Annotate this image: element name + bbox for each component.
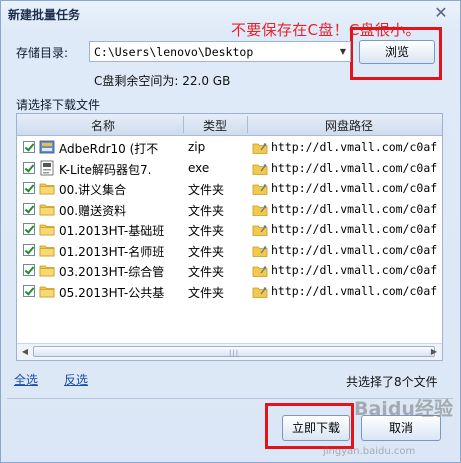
download-now-button[interactable]: 立即下载 xyxy=(282,415,350,441)
close-icon[interactable]: ✕ xyxy=(432,4,450,22)
cloud-folder-icon xyxy=(252,221,268,237)
selected-count-text: 共选择了8个文件 xyxy=(346,375,438,389)
folder-icon xyxy=(39,180,55,196)
cloud-folder-icon xyxy=(252,242,268,258)
folder-icon xyxy=(39,242,55,258)
scrollbar-thumb[interactable]: ||| xyxy=(33,346,435,357)
baidu-watermark-url: jingyan.baidu.com xyxy=(323,446,416,457)
file-name: 05.2013HT-公共基 xyxy=(59,285,165,300)
storage-path-value: C:\Users\lenovo\Desktop xyxy=(94,45,254,59)
file-type: 文件夹 xyxy=(188,224,225,238)
file-name: 03.2013HT-综合管 xyxy=(59,265,165,279)
folder-icon xyxy=(39,201,55,217)
horizontal-scrollbar[interactable]: ◀ ||| ▶ xyxy=(17,343,442,360)
file-name: 01.2013HT-名师班 xyxy=(59,244,165,259)
select-all-link[interactable]: 全选 xyxy=(14,371,38,388)
file-type: 文件夹 xyxy=(188,183,225,197)
cloud-folder-icon xyxy=(252,283,268,299)
cloud-path: http://dl.vmall.com/c0af xyxy=(271,242,438,257)
cloud-path: http://dl.vmall.com/c0af xyxy=(271,160,438,175)
file-list-caption: 请选择下载文件 xyxy=(16,98,101,112)
browse-button[interactable]: 浏览 xyxy=(359,40,435,64)
baidu-watermark: Baidu经验 xyxy=(354,398,453,420)
column-header-path[interactable]: 网盘路径 xyxy=(325,117,373,134)
file-name: K-Lite解码器包7. xyxy=(59,162,152,177)
column-header-type[interactable]: 类型 xyxy=(203,117,227,134)
exe-icon xyxy=(39,160,55,176)
scroll-right-icon[interactable]: ▶ xyxy=(426,344,442,360)
file-row[interactable]: AdbeRdr10 (打不 zip http://dl.vmall.com/c0af xyxy=(17,137,442,158)
row-checkbox[interactable] xyxy=(23,141,35,153)
file-name: 00.赠送资料 xyxy=(59,203,127,218)
cloud-path: http://dl.vmall.com/c0af xyxy=(271,222,438,236)
file-name: AdbeRdr10 (打不 xyxy=(59,142,159,156)
file-name: 00.讲义集合 xyxy=(59,183,127,197)
row-checkbox[interactable] xyxy=(23,182,35,194)
file-row[interactable]: 05.2013HT-公共基 文件夹 http://dl.vmall.com/c0af xyxy=(17,281,442,302)
cloud-path: http://dl.vmall.com/c0af xyxy=(271,201,438,216)
folder-icon xyxy=(39,221,55,237)
row-checkbox[interactable] xyxy=(23,243,35,256)
file-type: 文件夹 xyxy=(188,244,225,259)
column-header-name[interactable]: 名称 xyxy=(91,117,115,134)
file-row[interactable]: 03.2013HT-综合管 文件夹 http://dl.vmall.com/c0af xyxy=(17,260,442,281)
file-row[interactable]: 01.2013HT-名师班 文件夹 http://dl.vmall.com/c0af xyxy=(17,240,442,261)
cloud-folder-icon xyxy=(252,139,268,155)
folder-icon xyxy=(39,262,55,278)
cloud-path: http://dl.vmall.com/c0af xyxy=(271,181,438,195)
row-checkbox[interactable] xyxy=(23,161,35,174)
cloud-path: http://dl.vmall.com/c0af xyxy=(271,140,438,154)
file-list: 名称 类型 网盘路径 AdbeRdr10 (打不 zip http://dl.vma… xyxy=(16,113,443,361)
file-name: 01.2013HT-基础班 xyxy=(59,224,165,238)
file-type: exe xyxy=(188,160,210,175)
row-checkbox[interactable] xyxy=(23,264,35,276)
file-type: 文件夹 xyxy=(188,203,225,218)
column-separator[interactable] xyxy=(183,116,184,133)
file-type: zip xyxy=(188,140,206,154)
cloud-folder-icon xyxy=(252,160,268,176)
storage-path-combo[interactable]: C:\Users\lenovo\Desktop ▼ xyxy=(89,41,351,62)
column-separator[interactable] xyxy=(247,116,248,133)
file-row[interactable]: 01.2013HT-基础班 文件夹 http://dl.vmall.com/c0af xyxy=(17,219,442,240)
file-row[interactable]: 00.讲义集合 文件夹 http://dl.vmall.com/c0af xyxy=(17,178,442,199)
free-space-text: C盘剩余空间为: 22.0 GB xyxy=(94,74,231,88)
file-list-header: 名称 类型 网盘路径 xyxy=(17,114,442,136)
cloud-folder-icon xyxy=(252,262,268,278)
folder-icon xyxy=(39,283,55,299)
chevron-down-icon[interactable]: ▼ xyxy=(336,42,350,61)
cloud-folder-icon xyxy=(252,180,268,196)
row-checkbox[interactable] xyxy=(23,284,35,297)
cloud-path: http://dl.vmall.com/c0af xyxy=(271,263,438,277)
installer-icon xyxy=(39,139,55,155)
row-checkbox[interactable] xyxy=(23,202,35,215)
file-type: 文件夹 xyxy=(188,265,225,279)
row-checkbox[interactable] xyxy=(23,223,35,235)
cloud-path: http://dl.vmall.com/c0af xyxy=(271,283,438,298)
storage-dir-label: 存储目录: xyxy=(16,46,69,60)
invert-selection-link[interactable]: 反选 xyxy=(64,371,88,388)
file-row[interactable]: K-Lite解码器包7. exe http://dl.vmall.com/c0af xyxy=(17,158,442,179)
batch-task-dialog: 新建批量任务 ✕ 不要保存在C盘！C盘很小。 存储目录: C:\Users\le… xyxy=(0,0,461,463)
cloud-folder-icon xyxy=(252,201,268,217)
file-type: 文件夹 xyxy=(188,285,225,300)
scroll-left-icon[interactable]: ◀ xyxy=(17,344,33,360)
file-row[interactable]: 00.赠送资料 文件夹 http://dl.vmall.com/c0af xyxy=(17,199,442,220)
dialog-title: 新建批量任务 xyxy=(8,8,81,22)
